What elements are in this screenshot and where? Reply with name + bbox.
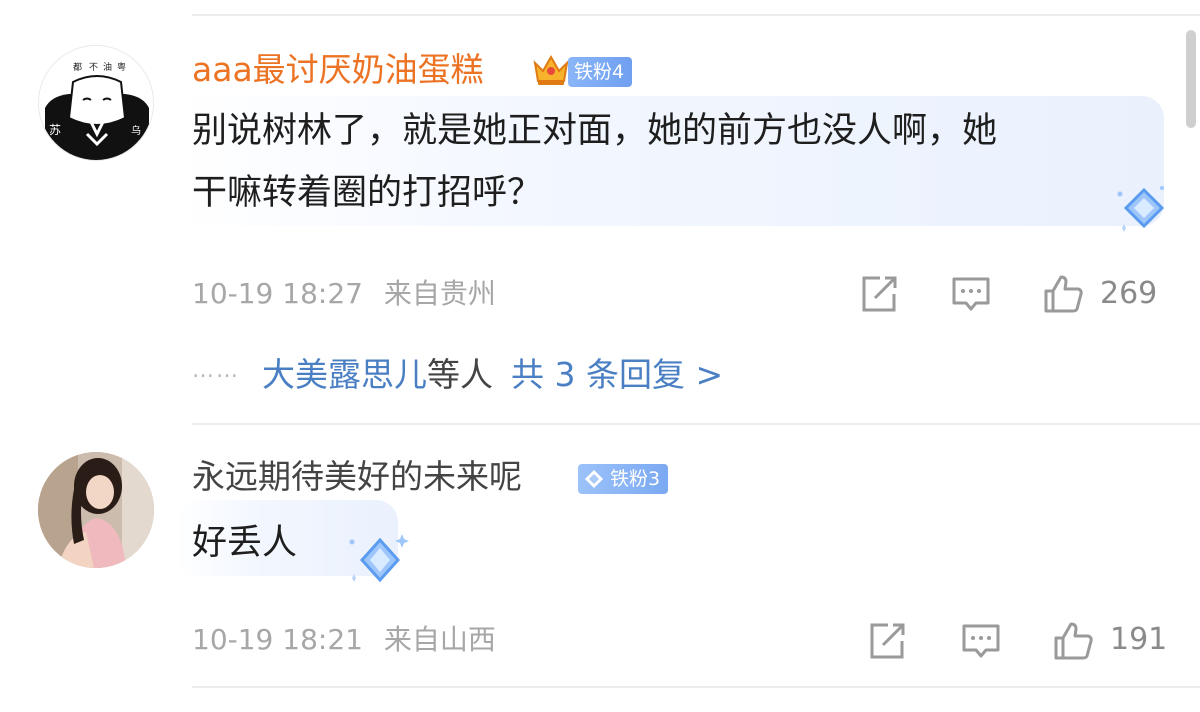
avatar-glyph: 油 [103, 61, 112, 73]
like-icon[interactable] [1052, 620, 1094, 662]
fan-level-badge[interactable]: 铁粉4 [568, 57, 633, 87]
reply-count: 共 3 条回复 > [511, 355, 724, 394]
avatar-photo [38, 452, 154, 568]
like-icon[interactable] [1042, 273, 1084, 315]
scrollbar[interactable] [1186, 30, 1196, 128]
comment-date: 10-19 18:21 [192, 623, 363, 656]
avatar-glyph: 都 [73, 62, 82, 73]
diamond-gem-icon [1117, 186, 1165, 232]
avatar-glyph: 乌 [131, 124, 141, 137]
reply-suffix: 等人 [427, 355, 493, 394]
avatar-glyph: 苏 [49, 123, 61, 137]
diamond-gem-icon [349, 534, 409, 583]
reply-names: 大美露思儿 [262, 355, 427, 394]
username[interactable]: 永远期待美好的未来呢 [192, 456, 522, 498]
avatar[interactable] [38, 452, 154, 568]
avatar-glyph: 不 [89, 62, 98, 73]
comment-icon[interactable] [960, 620, 1002, 662]
comment-text: 好丢人 [192, 523, 298, 563]
like-count[interactable]: 191 [1110, 622, 1167, 658]
comment-divider [192, 423, 1200, 425]
badge-label: 铁粉4 [574, 61, 625, 83]
comment-feed: 都 不 油 粤 苏 乌 aaa最讨厌奶油蛋糕 铁粉4 别说树林了，就是她正对面，… [0, 0, 1200, 712]
comment-date: 10-19 18:27 [192, 277, 363, 310]
top-divider [192, 14, 1200, 16]
comment-text: 别说树林了，就是她正对面，她的前方也没人啊，她 [192, 111, 998, 151]
comment-text: 干嘛转着圈的打招呼？ [192, 173, 543, 213]
avatar-glyph: 粤 [117, 61, 126, 73]
badge-label: 铁粉3 [610, 468, 661, 490]
fan-level-badge[interactable]: 铁粉3 [578, 464, 669, 494]
comment-location: 来自山西 [383, 623, 496, 656]
comment-icon[interactable] [950, 273, 992, 315]
reply-dots: …… [192, 358, 240, 383]
reply-summary-link[interactable]: …… 大美露思儿等人共 3 条回复 > [192, 355, 723, 395]
share-icon[interactable] [858, 273, 900, 315]
avatar-illustration: 都 不 油 粤 苏 乌 [39, 46, 153, 160]
comment-location: 来自贵州 [383, 277, 496, 310]
diamond-gem-icon [585, 470, 603, 488]
share-icon[interactable] [866, 620, 908, 662]
crown-icon [533, 54, 569, 85]
comment-divider [192, 686, 1200, 688]
avatar[interactable]: 都 不 油 粤 苏 乌 [38, 45, 154, 161]
like-count[interactable]: 269 [1100, 276, 1157, 312]
comment-meta: 10-19 18:21 来自山西 [192, 622, 496, 658]
username[interactable]: aaa最讨厌奶油蛋糕 [192, 49, 484, 91]
comment-meta: 10-19 18:27 来自贵州 [192, 276, 496, 312]
